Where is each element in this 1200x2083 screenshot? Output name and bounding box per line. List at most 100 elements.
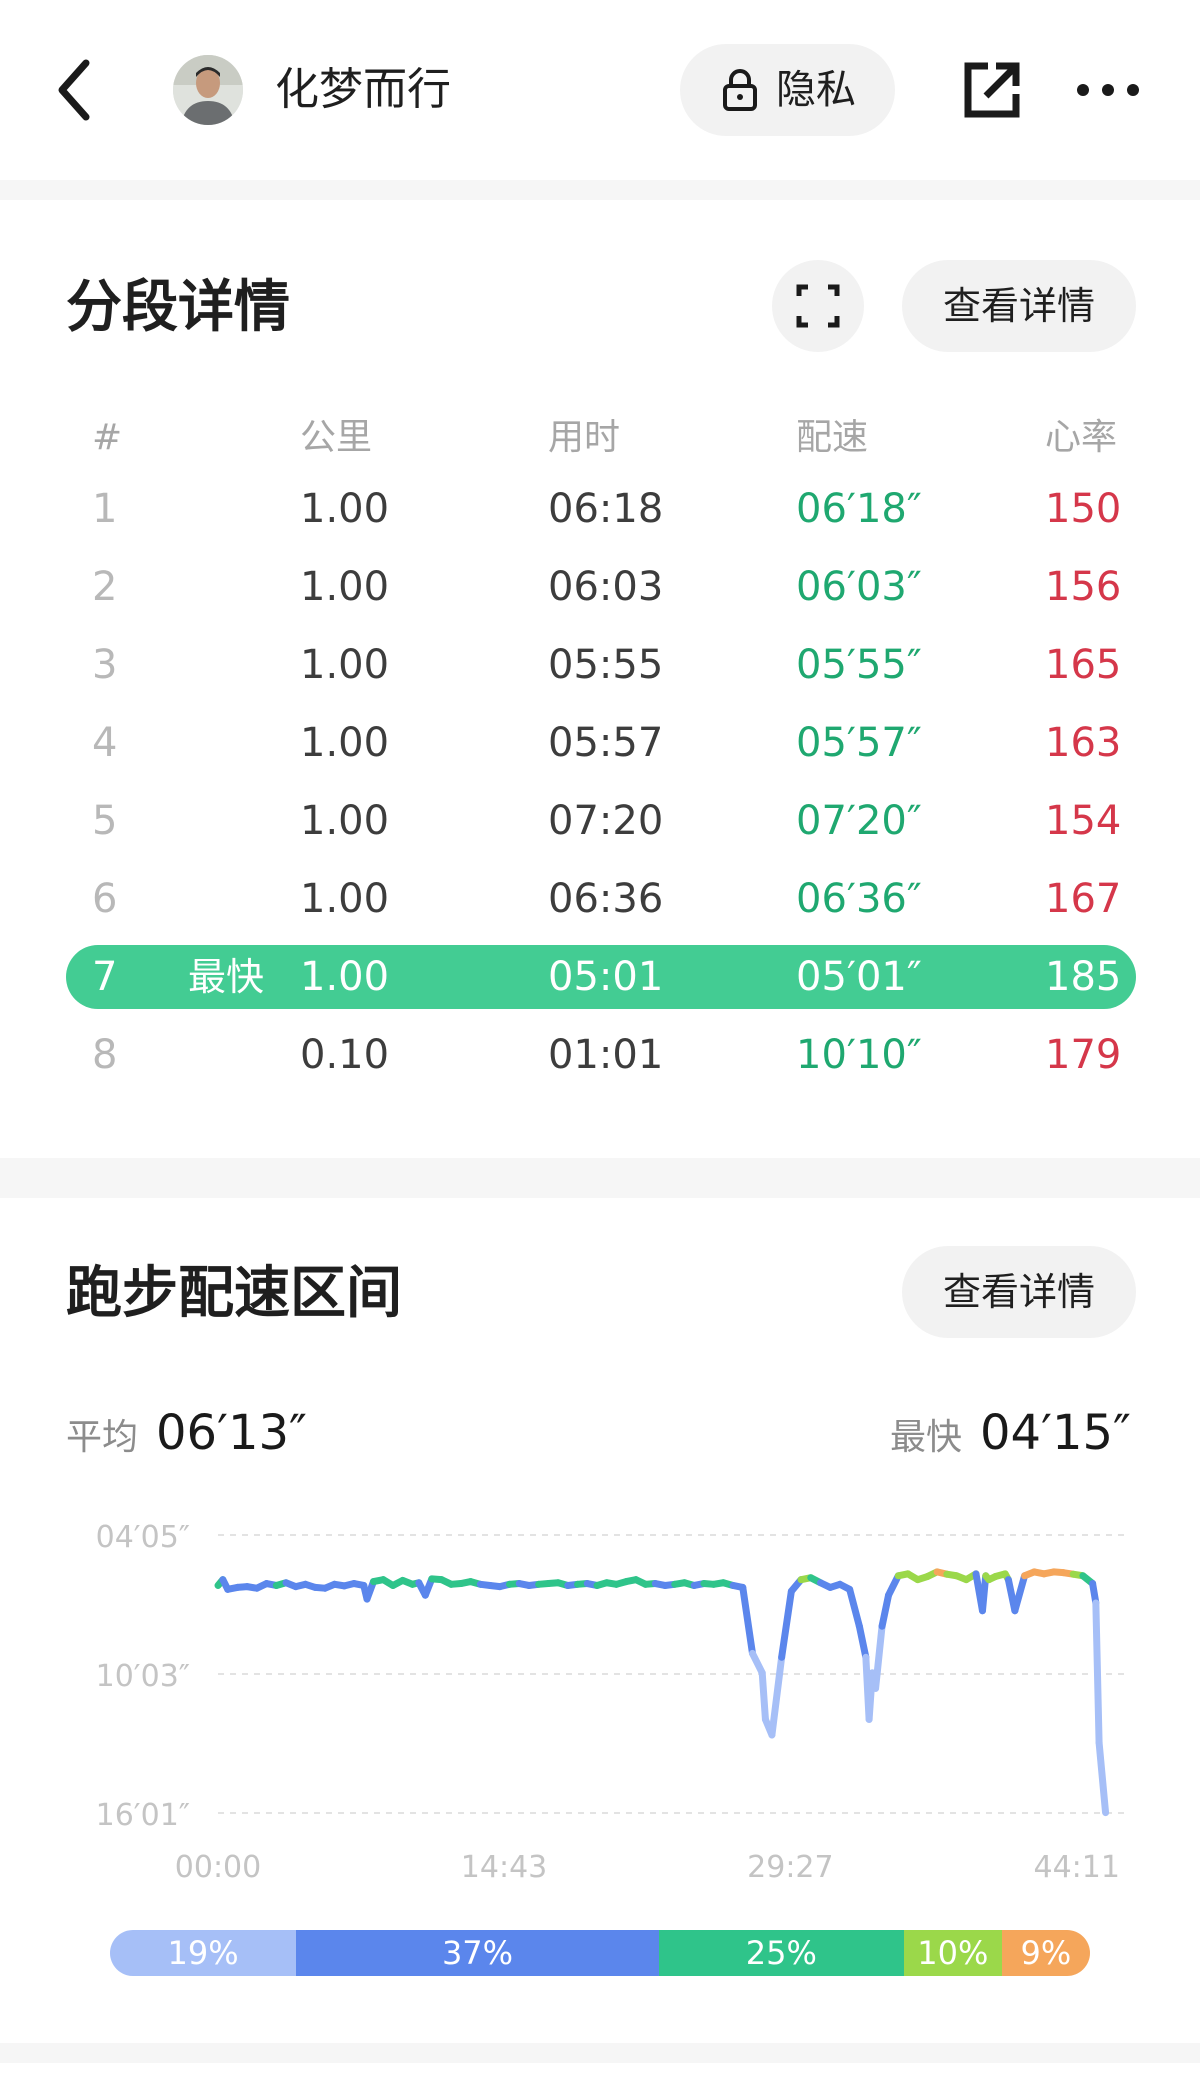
split-heart-rate: 165 [1045, 642, 1122, 688]
distribution-segment: 37% [296, 1930, 659, 1976]
split-pace: 05′57″ [796, 720, 922, 766]
pace-zone-detail-button[interactable]: 查看详情 [902, 1246, 1136, 1338]
pace-line-segment [1011, 1572, 1029, 1615]
split-row[interactable]: 6 1.00 06:36 06′36″ 167 [0, 867, 1200, 931]
split-km: 0.10 [300, 1032, 390, 1078]
split-index: 6 [92, 876, 118, 922]
split-km: 1.00 [300, 876, 390, 922]
pace-line-segment [1092, 1599, 1103, 1747]
pace-chart: 04′05″ 10′03″ 16′01″ 00:00 14:43 29:27 44:11 [96, 1520, 1125, 1885]
distribution-segment: 19% [110, 1930, 297, 1976]
split-time: 06:03 [548, 564, 664, 610]
lock-icon [722, 68, 758, 116]
avatar[interactable] [173, 55, 243, 125]
split-km: 1.00 [300, 798, 390, 844]
pace-line-segment [1095, 1739, 1110, 1817]
splits-card: 分段详情 查看详情 # 公里 用时 配速 心率 1 1.00 06:18 06′18″… [0, 200, 1200, 1158]
x-tick-label: 14:43 [461, 1850, 547, 1885]
splits-title: 分段详情 [66, 275, 290, 340]
split-km: 1.00 [300, 720, 390, 766]
split-time: 05:01 [548, 954, 664, 1000]
x-tick-label: 00:00 [175, 1850, 261, 1885]
avg-pace-value: 06′13″ [156, 1405, 307, 1461]
split-index: 7 [92, 954, 118, 1000]
splits-table-header: # 公里 用时 配速 心率 [0, 410, 1200, 466]
split-heart-rate: 156 [1045, 564, 1122, 610]
avg-pace-label: 平均 [66, 1417, 139, 1458]
col-index: # [92, 417, 123, 458]
split-time: 05:55 [548, 642, 664, 688]
pace-zone-title: 跑步配速区间 [66, 1261, 402, 1326]
pace-line-segment [978, 1572, 990, 1615]
pace-line-segment [739, 1583, 756, 1657]
split-row[interactable]: 7 最快 1.00 05:01 05′01″ 185 [66, 945, 1136, 1009]
split-time: 01:01 [548, 1032, 664, 1078]
privacy-label: 隐私 [776, 67, 856, 113]
split-heart-rate: 163 [1045, 720, 1122, 766]
split-km: 1.00 [300, 486, 390, 532]
fastest-pace-value: 04′15″ [980, 1405, 1131, 1461]
split-pace: 05′55″ [796, 642, 922, 688]
share-icon[interactable] [960, 58, 1024, 122]
split-row[interactable]: 3 1.00 05:55 05′55″ 165 [0, 633, 1200, 697]
split-heart-rate: 185 [1045, 954, 1122, 1000]
next-card-edge [0, 2063, 1200, 2083]
pace-line-segment [778, 1587, 795, 1661]
col-pace: 配速 [796, 417, 869, 458]
split-time: 05:57 [548, 720, 664, 766]
y-tick-label: 16′01″ [96, 1798, 190, 1833]
split-pace: 06′36″ [796, 876, 922, 922]
splits-detail-button[interactable]: 查看详情 [902, 260, 1136, 352]
col-time: 用时 [548, 417, 621, 458]
split-row[interactable]: 2 1.00 06:03 06′03″ 156 [0, 555, 1200, 619]
split-row[interactable]: 1 1.00 06:18 06′18″ 150 [0, 477, 1200, 541]
split-row[interactable]: 4 1.00 05:57 05′57″ 163 [0, 711, 1200, 775]
y-tick-label: 10′03″ [96, 1659, 190, 1694]
split-row[interactable]: 8 0.10 01:01 10′10″ 179 [0, 1023, 1200, 1087]
split-index: 5 [92, 798, 118, 844]
split-index: 3 [92, 642, 118, 688]
pace-line-segment [768, 1653, 786, 1739]
split-km: 1.00 [300, 642, 390, 688]
split-index: 1 [92, 486, 118, 532]
split-time: 06:36 [548, 876, 664, 922]
split-heart-rate: 179 [1045, 1032, 1122, 1078]
privacy-button[interactable]: 隐私 [680, 44, 895, 136]
split-pace: 05′01″ [796, 954, 922, 1000]
y-tick-label: 04′05″ [96, 1520, 190, 1555]
col-heart-rate: 心率 [1045, 417, 1118, 458]
split-pace: 06′18″ [796, 486, 922, 532]
split-km: 1.00 [300, 954, 390, 1000]
fullscreen-icon[interactable] [772, 260, 864, 352]
split-index: 8 [92, 1032, 118, 1078]
split-heart-rate: 167 [1045, 876, 1122, 922]
pace-line-segment [758, 1669, 769, 1723]
split-time: 07:20 [548, 798, 664, 844]
back-arrow-icon[interactable] [52, 55, 112, 125]
distribution-segment: 10% [903, 1930, 1002, 1976]
x-tick-label: 44:11 [1034, 1850, 1120, 1885]
pace-distribution-bar: 19% 37% 25% 10% 9% [110, 1930, 1090, 1976]
pace-line-segment [846, 1585, 863, 1630]
split-km: 1.00 [300, 564, 390, 610]
distribution-segment: 25% [658, 1930, 904, 1976]
split-heart-rate: 154 [1045, 798, 1122, 844]
split-index: 4 [92, 720, 118, 766]
pace-line-segment [878, 1591, 893, 1630]
split-heart-rate: 150 [1045, 486, 1122, 532]
split-time: 06:18 [548, 486, 664, 532]
pace-line-segment [872, 1622, 886, 1692]
more-icon[interactable] [1075, 78, 1141, 102]
pace-line-segment [855, 1622, 870, 1661]
top-bar: 化梦而行 隐私 [0, 0, 1200, 180]
split-pace: 10′10″ [796, 1032, 922, 1078]
fastest-pace-label: 最快 [890, 1417, 963, 1458]
x-tick-label: 29:27 [747, 1850, 833, 1885]
username: 化梦而行 [275, 64, 451, 115]
split-row[interactable]: 5 1.00 07:20 07′20″ 154 [0, 789, 1200, 853]
distribution-segment: 9% [1001, 1930, 1090, 1976]
col-km: 公里 [300, 417, 373, 458]
split-index: 2 [92, 564, 118, 610]
fastest-tag: 最快 [188, 955, 265, 999]
split-pace: 06′03″ [796, 564, 922, 610]
